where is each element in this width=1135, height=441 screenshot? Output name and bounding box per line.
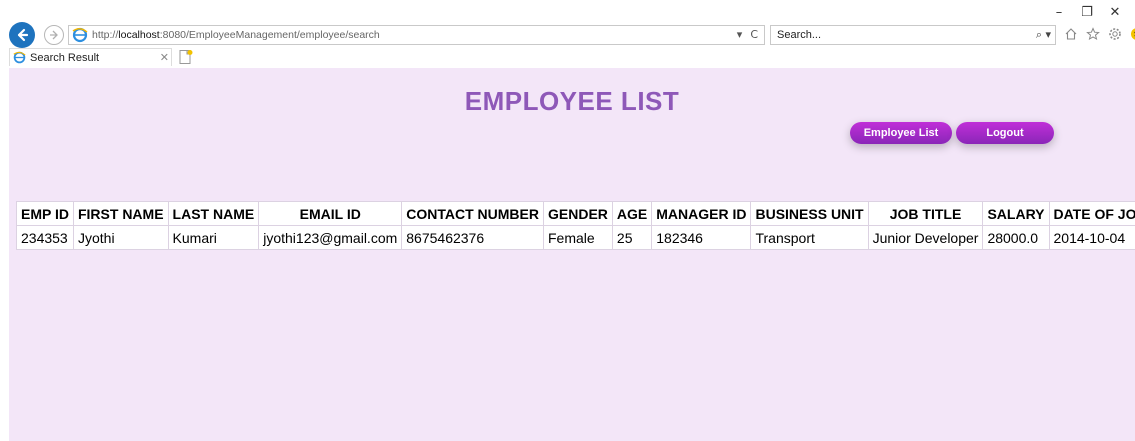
header-job-title: JOB TITLE <box>867 201 984 226</box>
cell-email-id: jyothi123@gmail.com <box>258 225 403 250</box>
search-icon[interactable]: ⌕ ▾ <box>1036 28 1051 42</box>
header-emp-id: EMP ID <box>16 201 74 226</box>
close-tab-icon[interactable]: ✕ <box>160 51 169 64</box>
browser-chrome: – ❐ ✕ http://localhost:8080/EmployeeMana… <box>0 0 1135 68</box>
cell-age: 25 <box>611 225 653 250</box>
header-email-id: EMAIL ID <box>258 201 403 226</box>
cell-manager-id: 182346 <box>651 225 752 250</box>
back-button[interactable] <box>9 22 35 48</box>
employee-table: EMP ID FIRST NAME LAST NAME EMAIL ID CON… <box>16 201 1135 250</box>
close-window-button[interactable]: ✕ <box>1101 2 1129 22</box>
page-title: EMPLOYEE LIST <box>464 86 680 116</box>
browser-search-input[interactable] <box>777 29 997 41</box>
home-icon[interactable] <box>1063 26 1079 42</box>
cell-business-unit: Transport <box>750 225 869 250</box>
address-bar[interactable]: http://localhost:8080/EmployeeManagement… <box>68 25 765 45</box>
browser-toolbar-icons <box>1063 26 1135 42</box>
ie-tab-icon <box>13 51 26 64</box>
ie-page-icon <box>72 27 88 43</box>
cell-job-title: Junior Developer <box>867 225 984 250</box>
tab-title: Search Result <box>30 51 100 64</box>
header-salary: SALARY <box>982 201 1050 226</box>
window-controls: – ❐ ✕ <box>1045 2 1129 22</box>
logout-button[interactable]: Logout <box>956 122 1054 144</box>
restore-button[interactable]: ❐ <box>1073 2 1101 22</box>
gear-icon[interactable] <box>1107 26 1123 42</box>
cell-first-name: Jyothi <box>72 225 169 250</box>
address-url: http://localhost:8080/EmployeeManagement… <box>92 29 380 41</box>
header-first-name: FIRST NAME <box>72 201 169 226</box>
forward-button[interactable] <box>44 25 64 45</box>
favorites-star-icon[interactable] <box>1085 26 1101 42</box>
header-business-unit: BUSINESS UNIT <box>750 201 869 226</box>
header-contact-number: CONTACT NUMBER <box>401 201 544 226</box>
cell-emp-id: 234353 <box>16 225 74 250</box>
table-row: 234353 Jyothi Kumari jyothi123@gmail.com… <box>16 225 1135 250</box>
cell-contact-number: 8675462376 <box>401 225 544 250</box>
header-date-of-joining: DATE OF JOINING <box>1048 201 1135 226</box>
header-gender: GENDER <box>543 201 613 226</box>
cell-salary: 28000.0 <box>982 225 1050 250</box>
minimize-button[interactable]: – <box>1045 2 1073 22</box>
refresh-icon[interactable]: C <box>750 28 758 41</box>
page-content: EMPLOYEE LIST Employee List Logout EMP I… <box>9 68 1135 441</box>
header-last-name: LAST NAME <box>167 201 260 226</box>
new-tab-icon[interactable] <box>178 49 194 65</box>
cell-gender: Female <box>543 225 613 250</box>
header-manager-id: MANAGER ID <box>651 201 752 226</box>
header-age: AGE <box>611 201 653 226</box>
table-header-row: EMP ID FIRST NAME LAST NAME EMAIL ID CON… <box>16 201 1135 226</box>
tab-search-result[interactable]: Search Result ✕ <box>9 48 172 66</box>
smiley-feedback-icon[interactable] <box>1129 26 1135 42</box>
back-arrow-icon <box>17 28 29 42</box>
employee-list-button[interactable]: Employee List <box>850 122 952 144</box>
cell-last-name: Kumari <box>167 225 260 250</box>
address-dropdown-icon[interactable]: ▾ <box>737 28 743 41</box>
cell-date-of-joining: 2014-10-04 <box>1048 225 1135 250</box>
browser-search-bar[interactable]: ⌕ ▾ <box>770 25 1056 45</box>
forward-arrow-icon <box>50 30 58 40</box>
